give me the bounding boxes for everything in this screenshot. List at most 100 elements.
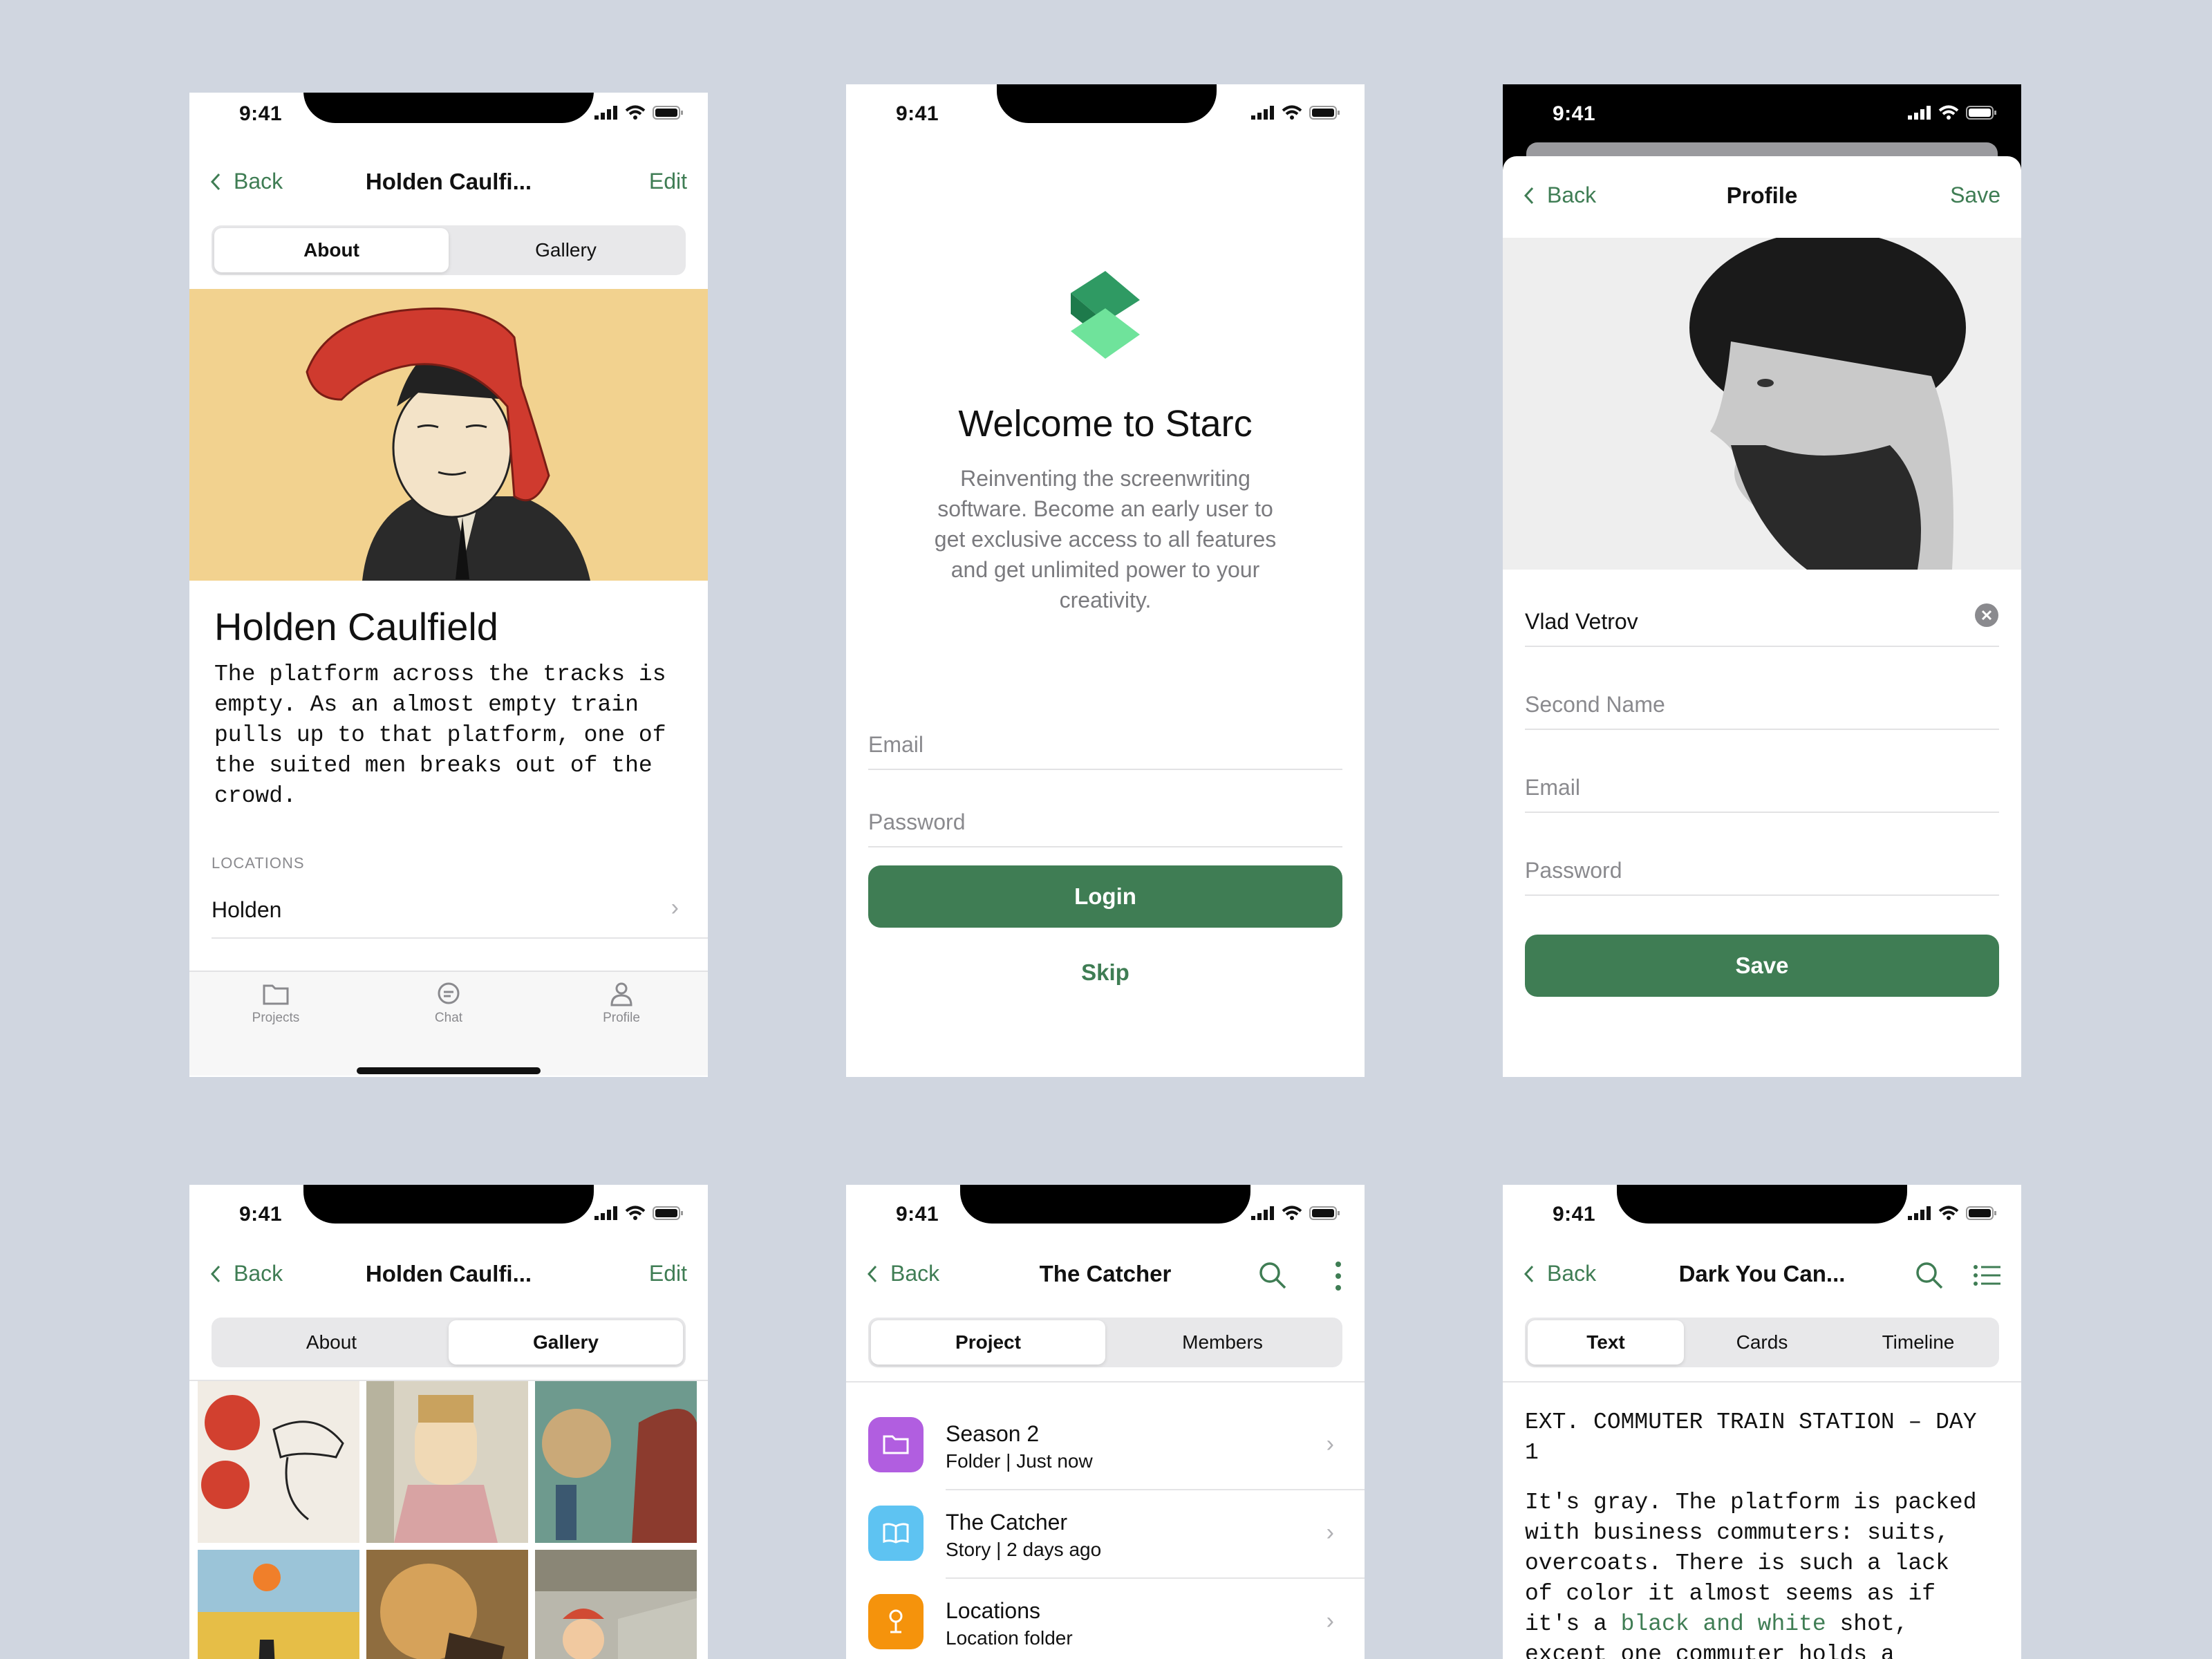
chat-icon (438, 982, 460, 1004)
status-bar: 9:41 (846, 84, 1365, 153)
list-item-icon (868, 1506, 924, 1561)
list-item-title: The Catcher (946, 1510, 1068, 1535)
status-icons (1908, 105, 1998, 120)
action-line: except one commuter holds a (1525, 1642, 1895, 1659)
list-item[interactable]: The Catcher Story | 2 days ago › (846, 1489, 1365, 1577)
nav-title: Holden Caulfi... (365, 169, 532, 194)
email-field[interactable] (868, 693, 1342, 770)
highlighted-text[interactable]: black and white (1621, 1611, 1826, 1637)
tab-about[interactable]: About (214, 1320, 449, 1365)
email-input[interactable] (868, 732, 1342, 758)
tab-about[interactable]: About (214, 228, 449, 272)
wifi-icon (1938, 1206, 1959, 1220)
divider (846, 1381, 1365, 1382)
character-description: The platform across the tracks is empty.… (214, 662, 666, 809)
list-item-subtitle: Story | 2 days ago (946, 1539, 1102, 1560)
clear-icon[interactable] (1974, 603, 1999, 628)
first-name-input[interactable] (1525, 609, 1942, 635)
list-item[interactable]: Locations Location folder › (846, 1577, 1365, 1659)
gallery-grid (198, 1381, 700, 1659)
login-button[interactable]: Login (868, 865, 1342, 928)
password-input[interactable] (868, 809, 1342, 835)
tab-project[interactable]: Project (871, 1320, 1105, 1365)
location-pin-icon (889, 1609, 903, 1633)
edit-button[interactable]: Edit (649, 1261, 687, 1286)
first-name-field[interactable] (1525, 570, 1999, 647)
action-line: overcoats. There is such a lack (1525, 1550, 1949, 1576)
profile-sheet: Back Profile Save Save (1503, 156, 2021, 1077)
save-top-button[interactable]: Save (1950, 182, 2000, 208)
status-icons (1908, 1206, 1998, 1221)
segmented-control: About Gallery (212, 1318, 686, 1367)
status-icons (1251, 1206, 1341, 1221)
tab-gallery[interactable]: Gallery (449, 228, 683, 272)
tab-label: Profile (603, 1011, 640, 1025)
nav-bar: Back The Catcher (846, 1248, 1365, 1304)
second-name-field[interactable] (1525, 653, 1999, 730)
phone-profile-screen: 9:41 Back Profile Save Vlad Vetrov Secon… (1503, 84, 2021, 1077)
list-item-title: Locations (946, 1598, 1040, 1623)
tab-bar: Projects Chat Profile (189, 971, 708, 1076)
chevron-right-icon: › (671, 894, 679, 921)
battery-icon (1309, 106, 1340, 120)
wifi-icon (625, 1206, 646, 1220)
tab-members[interactable]: Members (1105, 1320, 1340, 1365)
location-label: Holden (212, 897, 282, 922)
more-vertical-icon[interactable] (1334, 1261, 1342, 1291)
gallery-thumb[interactable] (535, 1550, 697, 1659)
segmented-control: Text Cards Timeline (1525, 1318, 1999, 1367)
tab-cards[interactable]: Cards (1684, 1320, 1840, 1365)
gallery-thumb[interactable] (366, 1550, 528, 1659)
nav-bar: Back Holden Caulfi... Edit (189, 1248, 708, 1304)
tab-gallery[interactable]: Gallery (449, 1320, 683, 1365)
search-icon[interactable] (1915, 1261, 1944, 1290)
skip-button[interactable]: Skip (846, 959, 1365, 986)
segmented-control: About Gallery (212, 225, 686, 275)
edit-button[interactable]: Edit (649, 169, 687, 194)
section-label: LOCATIONS (212, 854, 305, 872)
tab-timeline[interactable]: Timeline (1840, 1320, 1996, 1365)
status-bar: 9:41 (189, 93, 708, 153)
status-icons (1251, 105, 1341, 120)
signal-icon (1251, 1206, 1274, 1220)
signal-icon (594, 106, 617, 120)
gallery-thumb[interactable] (198, 1550, 359, 1659)
list-item-icon (868, 1594, 924, 1649)
second-name-input[interactable] (1525, 692, 1999, 718)
character-illustration (189, 289, 708, 581)
search-icon[interactable] (1258, 1261, 1287, 1290)
notch (303, 1185, 594, 1224)
status-icons (594, 105, 684, 120)
action-line: It's gray. The platform is packed (1525, 1490, 1977, 1515)
password-input[interactable] (1525, 858, 1999, 883)
tab-label: Chat (434, 1011, 463, 1025)
tab-text[interactable]: Text (1528, 1320, 1684, 1365)
save-button[interactable]: Save (1525, 935, 1999, 997)
battery-icon (1966, 106, 1996, 120)
action-line: it's a black and white shot, (1525, 1609, 2005, 1640)
gallery-thumb[interactable] (535, 1381, 697, 1543)
tab-profile[interactable]: Profile (535, 982, 708, 1026)
wifi-icon (1282, 105, 1302, 120)
location-row[interactable]: Holden › (212, 888, 708, 939)
list-item-icon (868, 1417, 924, 1472)
battery-icon (1966, 1206, 1996, 1220)
email-field[interactable] (1525, 735, 1999, 813)
script-text[interactable]: EXT. COMMUTER TRAIN STATION – DAY 1 It's… (1525, 1407, 2005, 1659)
email-input[interactable] (1525, 775, 1999, 800)
password-field[interactable] (1525, 818, 1999, 896)
battery-icon (653, 1206, 683, 1220)
status-time: 9:41 (1553, 1203, 1596, 1226)
nav-bar: Back Dark You Can... (1503, 1248, 2021, 1304)
profile-photo[interactable] (1503, 238, 2021, 570)
wifi-icon (1282, 1206, 1302, 1220)
gallery-thumb[interactable] (366, 1381, 528, 1543)
tab-chat[interactable]: Chat (362, 982, 535, 1026)
list-item[interactable]: Season 2 Folder | Just now › (846, 1400, 1365, 1489)
tab-label: Projects (252, 1011, 300, 1025)
list-icon[interactable] (1973, 1264, 2002, 1287)
gallery-thumb[interactable] (198, 1381, 359, 1543)
password-field[interactable] (868, 770, 1342, 847)
tab-projects[interactable]: Projects (189, 982, 362, 1026)
list-item-title: Season 2 (946, 1421, 1040, 1446)
